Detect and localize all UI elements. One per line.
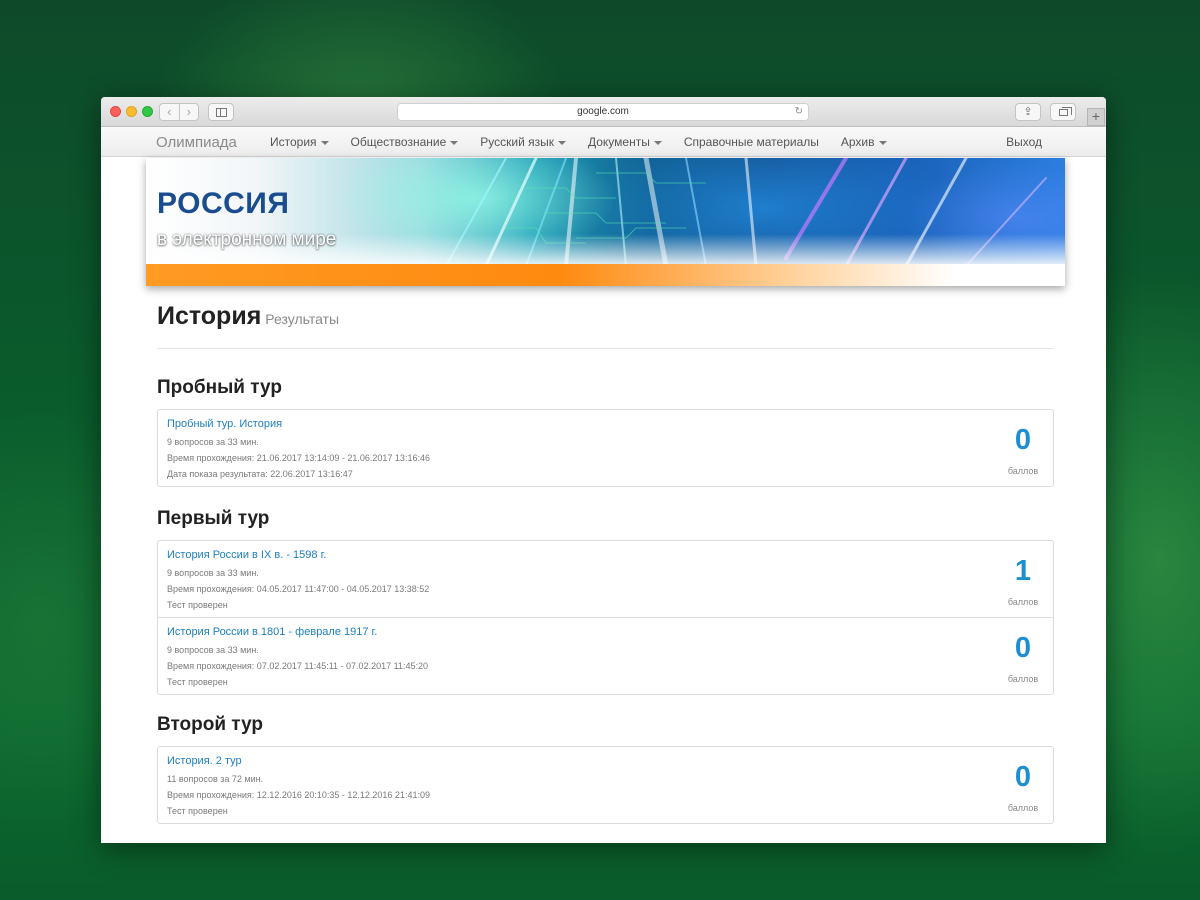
caret-down-icon [878, 140, 887, 145]
result-item: История России в IX в. - 1598 г. 9 вопро… [158, 541, 1053, 617]
duration-info: Время прохождения: 12.12.2016 20:10:35 -… [167, 790, 430, 800]
address-bar[interactable]: google.com ↻ [397, 103, 809, 121]
result-item: Пробный тур. История 9 вопросов за 33 ми… [158, 410, 1053, 486]
nav-item-history[interactable]: История [259, 127, 340, 157]
share-button[interactable]: ⇪ [1015, 103, 1041, 121]
section-title-first-round: Первый тур [157, 508, 270, 529]
caret-down-icon [450, 140, 459, 145]
status-info: Дата показа результата: 22.06.2017 13:16… [167, 469, 353, 479]
nav-item-label: Архив [840, 135, 875, 149]
new-tab-button[interactable]: + [1087, 108, 1105, 126]
share-icon: ⇪ [1023, 106, 1033, 118]
test-link[interactable]: Пробный тур. История [167, 418, 1044, 431]
test-link[interactable]: История России в IX в. - 1598 г. [167, 549, 1044, 562]
banner-orange-stripe [146, 264, 1065, 286]
back-icon[interactable]: ‹ [160, 104, 180, 120]
page-subtitle: Результаты [265, 311, 340, 327]
result-item: История. 2 тур 11 вопросов за 72 мин. Вр… [158, 747, 1053, 823]
nav-item-label: Русский язык [480, 135, 554, 149]
result-item: История России в 1801 - феврале 1917 г. … [158, 617, 1053, 693]
close-window-icon[interactable] [110, 106, 121, 117]
nav-item-reference[interactable]: Справочные материалы [673, 127, 830, 157]
tabs-icon [1059, 107, 1072, 116]
url-text: google.com [577, 106, 629, 117]
tab-overview-button[interactable] [1050, 103, 1076, 121]
test-link[interactable]: История России в 1801 - феврале 1917 г. [167, 626, 1044, 639]
history-nav-buttons: ‹ › [159, 103, 199, 121]
score-value: 0 [1014, 424, 1032, 456]
status-info: Тест проверен [167, 600, 228, 610]
status-info: Тест проверен [167, 806, 228, 816]
results-panel-trial: Пробный тур. История 9 вопросов за 33 ми… [157, 409, 1054, 487]
brand-link[interactable]: Олимпиада [156, 134, 237, 151]
nav-item-russian-language[interactable]: Русский язык [469, 127, 577, 157]
test-link[interactable]: История. 2 тур [167, 755, 1044, 768]
section-title-second-round: Второй тур [157, 714, 264, 735]
caret-down-icon [557, 140, 566, 145]
nav-item-label: История [270, 135, 317, 149]
forward-icon[interactable]: › [180, 104, 199, 120]
banner: РОССИЯ в электронном мире [146, 158, 1065, 286]
browser-window: ‹ › google.com ↻ ⇪ + Олимпиада История О… [101, 97, 1106, 843]
score-value: 0 [1014, 761, 1032, 793]
page-title: История [157, 302, 262, 330]
sidebar-icon [216, 108, 227, 117]
nav-item-label: Обществознание [350, 135, 447, 149]
reload-icon[interactable]: ↻ [795, 104, 803, 120]
questions-info: 11 вопросов за 72 мин. [167, 774, 264, 784]
sidebar-toggle-button[interactable] [208, 103, 234, 121]
score-value: 1 [1014, 555, 1032, 587]
main-content: История Результаты Пробный тур Пробный ту… [157, 302, 1054, 824]
duration-info: Время прохождения: 07.02.2017 11:45:11 -… [167, 661, 428, 671]
main-menu: История Обществознание Русский язык Доку… [259, 127, 898, 157]
section-title-trial: Пробный тур [157, 377, 282, 398]
score-label: баллов [1007, 803, 1039, 813]
nav-item-label: Документы [587, 135, 650, 149]
minimize-window-icon[interactable] [126, 106, 137, 117]
logout-link[interactable]: Выход [1006, 127, 1042, 157]
duration-info: Время прохождения: 04.05.2017 11:47:00 -… [167, 584, 430, 594]
score-label: баллов [1007, 466, 1039, 476]
nav-item-documents[interactable]: Документы [577, 127, 673, 157]
site-navbar: Олимпиада История Обществознание Русский… [101, 127, 1106, 157]
questions-info: 9 вопросов за 33 мин. [167, 568, 259, 578]
browser-titlebar: ‹ › google.com ↻ ⇪ + [101, 97, 1106, 127]
score-label: баллов [1007, 597, 1039, 607]
plus-icon: + [1091, 108, 1101, 124]
score-value: 0 [1014, 632, 1032, 664]
page-header: История Результаты [157, 302, 1054, 349]
nav-item-social-studies[interactable]: Обществознание [340, 127, 470, 157]
caret-down-icon [320, 140, 329, 145]
questions-info: 9 вопросов за 33 мин. [167, 645, 259, 655]
score-label: баллов [1007, 674, 1039, 684]
status-info: Тест проверен [167, 677, 228, 687]
nav-item-archive[interactable]: Архив [830, 127, 898, 157]
banner-title: РОССИЯ [157, 187, 290, 220]
duration-info: Время прохождения: 21.06.2017 13:14:09 -… [167, 453, 430, 463]
caret-down-icon [653, 140, 662, 145]
results-panel-second-round: История. 2 тур 11 вопросов за 72 мин. Вр… [157, 746, 1054, 824]
results-panel-first-round: История России в IX в. - 1598 г. 9 вопро… [157, 540, 1054, 695]
maximize-window-icon[interactable] [142, 106, 153, 117]
banner-subtitle: в электронном мире [157, 229, 337, 250]
questions-info: 9 вопросов за 33 мин. [167, 437, 259, 447]
nav-item-label: Справочные материалы [683, 135, 819, 149]
